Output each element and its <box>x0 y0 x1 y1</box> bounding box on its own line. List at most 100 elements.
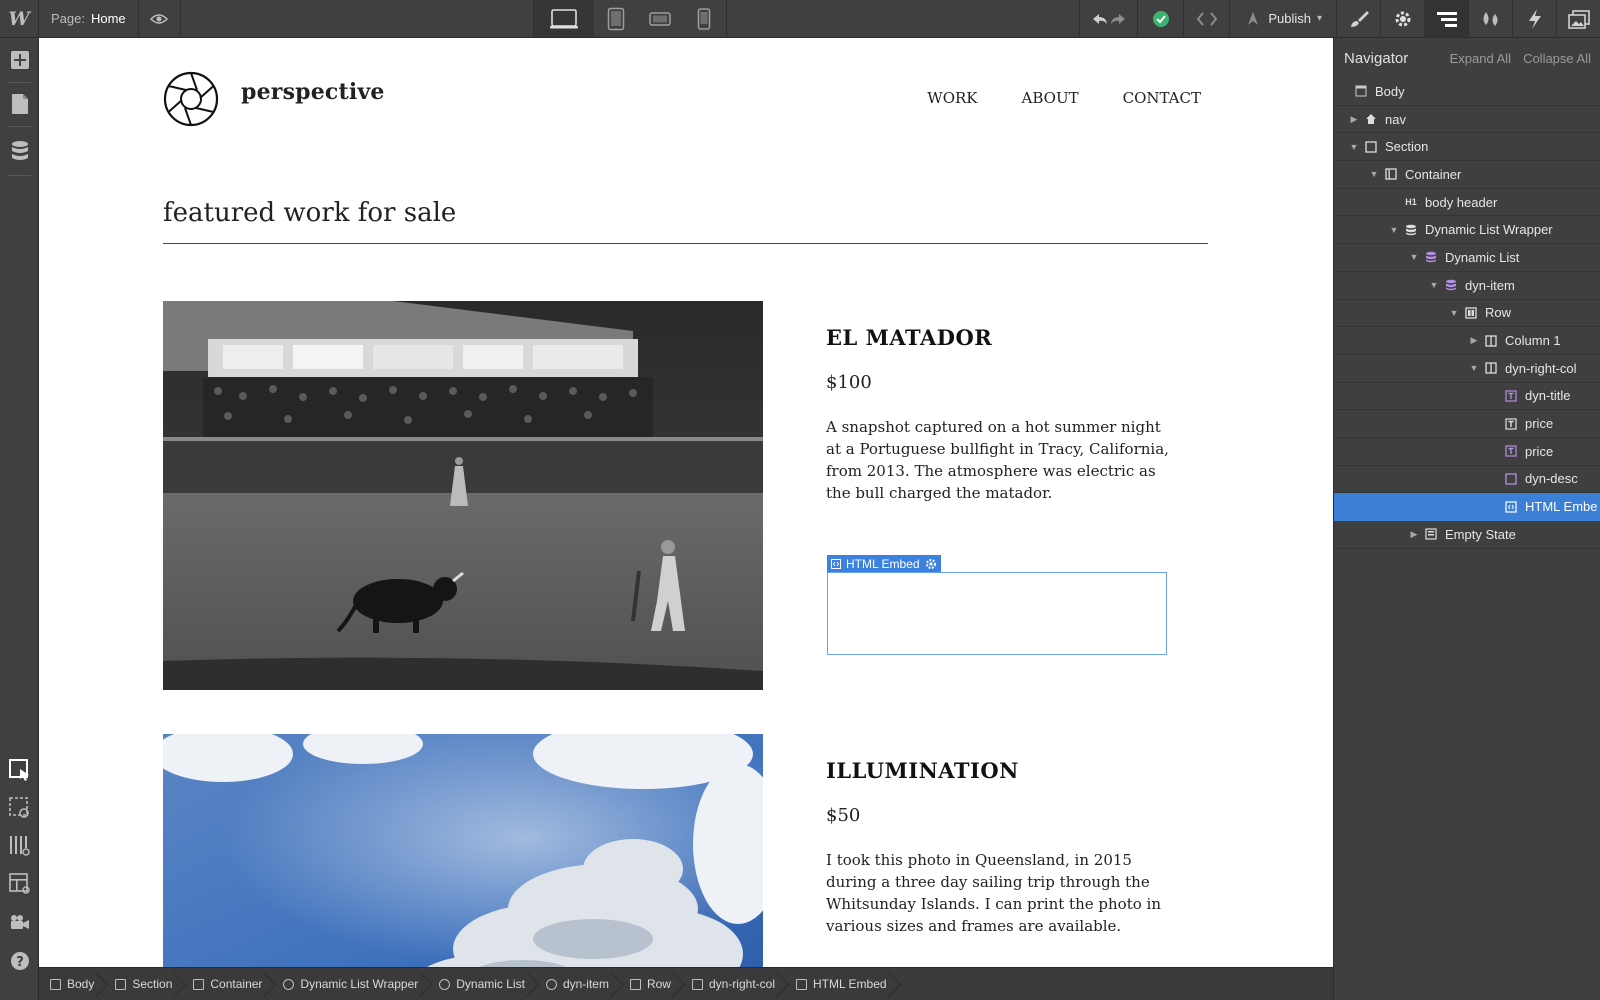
rocket-icon <box>1248 11 1259 25</box>
swatches-icon[interactable] <box>1468 0 1512 37</box>
price[interactable]: $50 <box>826 805 860 826</box>
settings-gear-icon[interactable] <box>1380 0 1424 37</box>
breadcrumb-dyn-item[interactable]: dyn-item <box>535 968 619 1000</box>
aperture-logo-icon[interactable] <box>163 71 219 127</box>
clouds-photo[interactable] <box>163 734 763 967</box>
dyn-item[interactable]: ILLUMINATION $50 I took this photo in Qu… <box>163 734 1208 967</box>
navigator-header: Navigator Expand All Collapse All <box>1334 38 1600 78</box>
publish-status-check-icon[interactable] <box>1137 0 1183 37</box>
webflow-logo-icon[interactable]: W <box>0 0 39 37</box>
nav-row-container[interactable]: ▼ Container <box>1334 161 1600 189</box>
body-header[interactable]: featured work for sale <box>163 198 456 228</box>
cms-database-icon[interactable] <box>0 131 39 171</box>
select-element-icon[interactable] <box>0 750 39 790</box>
breadcrumb-body[interactable]: Body <box>39 968 104 1000</box>
breadcrumb-row[interactable]: Row <box>619 968 681 1000</box>
help-icon[interactable]: ? <box>0 941 39 981</box>
breadcrumb-container[interactable]: Container <box>182 968 272 1000</box>
style-brush-icon[interactable] <box>1336 0 1380 37</box>
section-icon <box>1364 140 1378 154</box>
collapse-all-button[interactable]: Collapse All <box>1523 51 1591 66</box>
code-export-icon[interactable] <box>1183 0 1229 37</box>
device-switcher <box>533 0 727 37</box>
dyn-title[interactable]: ILLUMINATION <box>826 758 1019 783</box>
site-brand[interactable]: perspective <box>241 79 385 105</box>
nav-row-dyn-desc[interactable]: dyn-desc <box>1334 466 1600 494</box>
layout-preview-icon[interactable] <box>0 864 39 904</box>
nav-row-dyn-item[interactable]: ▼ dyn-item <box>1334 272 1600 300</box>
body-icon <box>50 978 61 990</box>
nav-link-work[interactable]: WORK <box>927 89 977 107</box>
breadcrumb-section[interactable]: Section <box>104 968 182 1000</box>
expand-all-button[interactable]: Expand All <box>1450 51 1511 66</box>
breadcrumb-dynamic-list[interactable]: Dynamic List <box>428 968 535 1000</box>
nav-row-html-embed[interactable]: HTML Embe <box>1334 493 1600 521</box>
publish-button[interactable]: Publish ▾ <box>1229 0 1336 37</box>
undo-redo-icon[interactable] <box>1079 0 1137 37</box>
mobile-portrait-icon[interactable] <box>682 0 726 37</box>
nav-row-row[interactable]: ▼ Row <box>1334 300 1600 328</box>
interactions-bolt-icon[interactable] <box>1512 0 1556 37</box>
breadcrumb-html-embed[interactable]: HTML Embed <box>785 968 897 1000</box>
collapse-caret-icon[interactable]: ▼ <box>1388 225 1400 235</box>
gear-icon[interactable] <box>925 558 937 570</box>
design-canvas[interactable]: perspective WORK ABOUT CONTACT featured … <box>39 38 1333 967</box>
nav-link-about[interactable]: ABOUT <box>1022 89 1079 107</box>
breadcrumb-dyn-right-col[interactable]: dyn-right-col <box>681 968 785 1000</box>
add-element-icon[interactable] <box>0 40 39 80</box>
nav-row-label: price <box>1525 443 1554 459</box>
chevron-down-icon: ▾ <box>1316 13 1322 24</box>
collapse-caret-icon[interactable]: ▼ <box>1428 280 1440 290</box>
nav-row-price[interactable]: price <box>1334 410 1600 438</box>
collapse-caret-icon[interactable]: ▼ <box>1408 252 1420 262</box>
nav-row-dynamic-list-wrapper[interactable]: ▼ Dynamic List Wrapper <box>1334 216 1600 245</box>
expand-caret-icon[interactable]: ▶ <box>1348 114 1360 125</box>
nav-row-label: Dynamic List Wrapper <box>1425 222 1553 238</box>
preview-selection-icon[interactable] <box>0 788 39 828</box>
nav-row-dynamic-list[interactable]: ▼ Dynamic List <box>1334 244 1600 272</box>
dyn-desc[interactable]: I took this photo in Queensland, in 2015… <box>826 849 1171 937</box>
nav-row-dyn-right-col[interactable]: ▼ dyn-right-col <box>1334 355 1600 383</box>
database-icon <box>1444 278 1458 292</box>
html-embed-tag[interactable]: HTML Embed <box>827 555 941 572</box>
nav-row-nav[interactable]: ▶ nav <box>1334 106 1600 134</box>
nav-row-column-1[interactable]: ▶ Column 1 <box>1334 327 1600 355</box>
database-icon <box>1424 250 1438 264</box>
column-icon <box>1484 361 1498 375</box>
nav-row-dyn-title[interactable]: dyn-title <box>1334 383 1600 411</box>
desktop-icon[interactable] <box>534 0 594 37</box>
collapse-caret-icon[interactable]: ▼ <box>1448 308 1460 318</box>
collapse-caret-icon[interactable]: ▼ <box>1348 142 1360 152</box>
expand-caret-icon[interactable]: ▶ <box>1408 529 1420 540</box>
embed-icon <box>831 558 841 569</box>
text-icon <box>1504 444 1518 458</box>
asset-manager-icon[interactable] <box>1556 0 1600 37</box>
tablet-icon[interactable] <box>594 0 638 37</box>
nav-link-contact[interactable]: CONTACT <box>1123 89 1201 107</box>
price[interactable]: $100 <box>826 372 872 393</box>
nav-row-label: dyn-right-col <box>1505 360 1577 376</box>
nav-row-label: Section <box>1385 139 1429 155</box>
nav-row-empty-state[interactable]: ▶ Empty State <box>1334 521 1600 549</box>
page-selector[interactable]: Page: Home <box>39 0 139 37</box>
embed-icon <box>1504 500 1518 514</box>
breadcrumb-dynamic-list-wrapper[interactable]: Dynamic List Wrapper <box>272 968 428 1000</box>
navigator-icon[interactable] <box>1424 0 1468 37</box>
nav-row-section[interactable]: ▼ Section <box>1334 133 1600 162</box>
pages-icon[interactable] <box>0 84 39 124</box>
grid-overlay-icon[interactable] <box>0 826 39 866</box>
bullfight-photo[interactable] <box>163 301 763 690</box>
html-embed-element[interactable] <box>827 572 1167 655</box>
collapse-caret-icon[interactable]: ▼ <box>1368 169 1380 179</box>
nav-row-body[interactable]: Body <box>1334 78 1600 106</box>
dyn-title[interactable]: EL MATADOR <box>826 325 992 350</box>
nav-row-body-header[interactable]: H1 body header <box>1334 189 1600 217</box>
nav-row-label: Container <box>1405 166 1462 182</box>
collapse-caret-icon[interactable]: ▼ <box>1468 363 1480 373</box>
mobile-landscape-icon[interactable] <box>638 0 682 37</box>
video-tutorials-icon[interactable] <box>0 902 39 942</box>
preview-eye-icon[interactable] <box>139 0 181 37</box>
dyn-desc[interactable]: A snapshot captured on a hot summer nigh… <box>826 416 1171 504</box>
nav-row-price[interactable]: price <box>1334 438 1600 466</box>
expand-caret-icon[interactable]: ▶ <box>1468 335 1480 346</box>
